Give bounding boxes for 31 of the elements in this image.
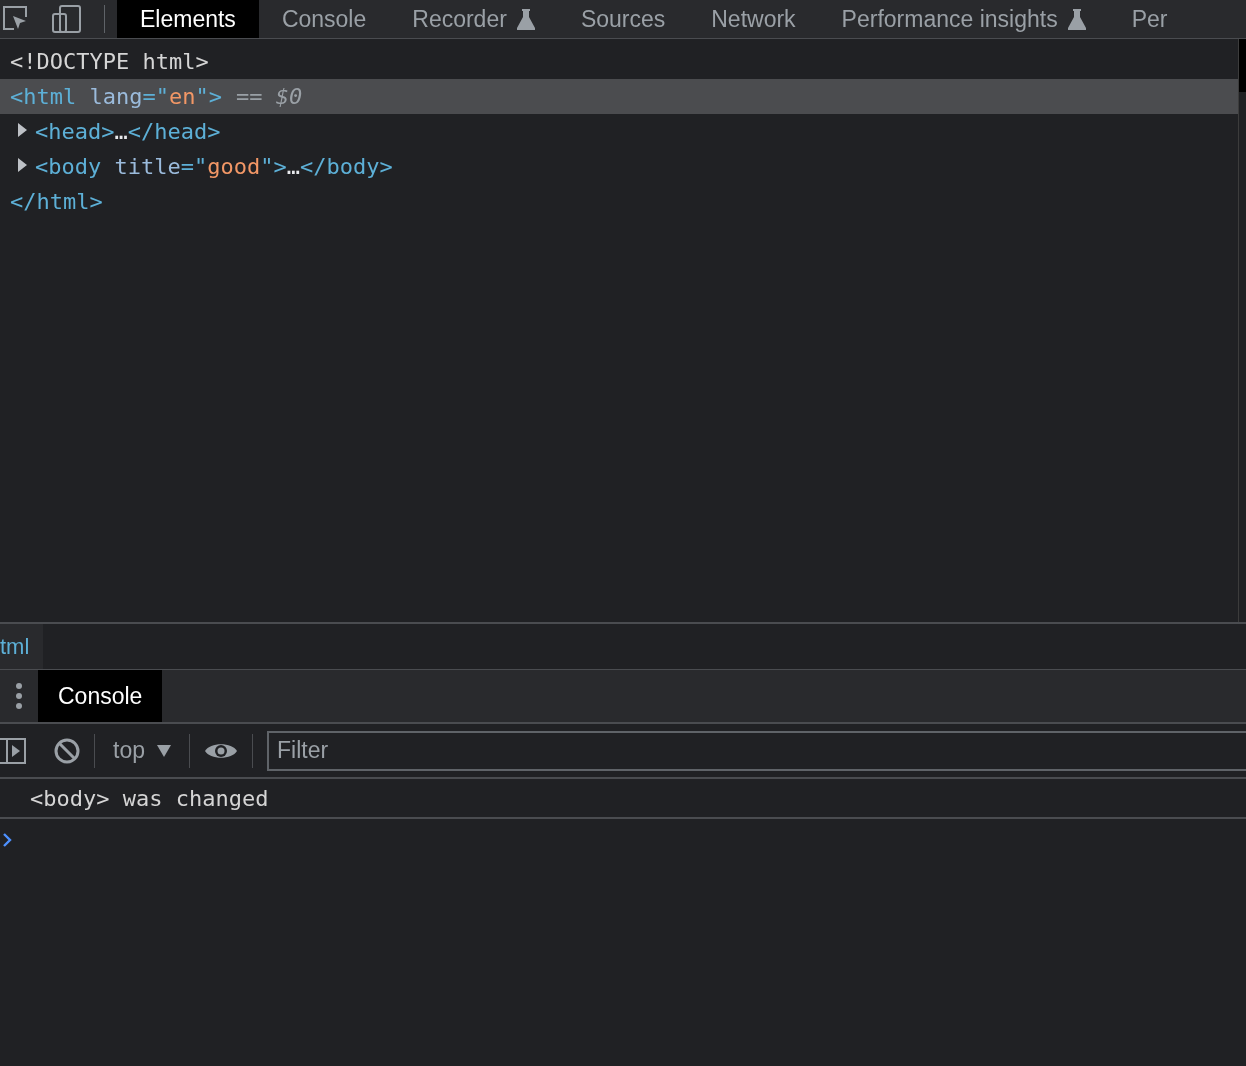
filter-field[interactable]: Filter — [267, 730, 1246, 771]
panel-tab[interactable]: Performance insights — [818, 0, 1109, 38]
panel-tab[interactable]: Elements — [117, 0, 259, 38]
dom-node-line[interactable]: <head>…</head> — [18, 114, 221, 149]
flask-icon — [1067, 8, 1086, 30]
sidebar-toggle-icon[interactable] — [0, 736, 26, 765]
device-toolbar-icon[interactable] — [52, 5, 82, 33]
panel-tab[interactable]: Console — [258, 0, 390, 38]
drawer-tab[interactable]: Console — [38, 670, 163, 722]
panel-tab[interactable]: Sources — [557, 0, 689, 38]
caret-icon — [157, 744, 171, 757]
dom-node-row[interactable]: <head>…</head> — [0, 114, 1238, 149]
panel-tab[interactable]: Per — [1108, 0, 1191, 38]
clear-console-icon[interactable] — [54, 737, 80, 764]
dom-node-line[interactable]: <!DOCTYPE html> — [10, 44, 209, 79]
context-dropdown[interactable]: top — [109, 733, 175, 768]
dom-node-line[interactable]: <body title="good">…</body> — [18, 149, 393, 184]
more-options-icon[interactable] — [16, 683, 22, 709]
prompt-icon — [2, 832, 12, 848]
panel-tab[interactable]: Recorder — [389, 0, 558, 38]
inspect-icon[interactable] — [2, 5, 30, 33]
dom-node-line[interactable]: <html lang="en"> == $0 — [10, 79, 303, 114]
dom-node-row[interactable]: <html lang="en"> == $0 — [0, 79, 1238, 114]
flask-icon — [516, 8, 535, 30]
dom-node-row[interactable]: <!DOCTYPE html> — [0, 44, 1238, 79]
dom-node-line[interactable]: </html> — [10, 184, 103, 219]
dom-node-row[interactable]: <body title="good">…</body> — [0, 149, 1238, 184]
scrollbar-thumb[interactable] — [1239, 39, 1246, 92]
breadcrumb-item[interactable]: tml — [0, 624, 44, 669]
console-message: <body> was changed — [30, 786, 269, 811]
panel-tab[interactable]: Network — [688, 0, 819, 38]
